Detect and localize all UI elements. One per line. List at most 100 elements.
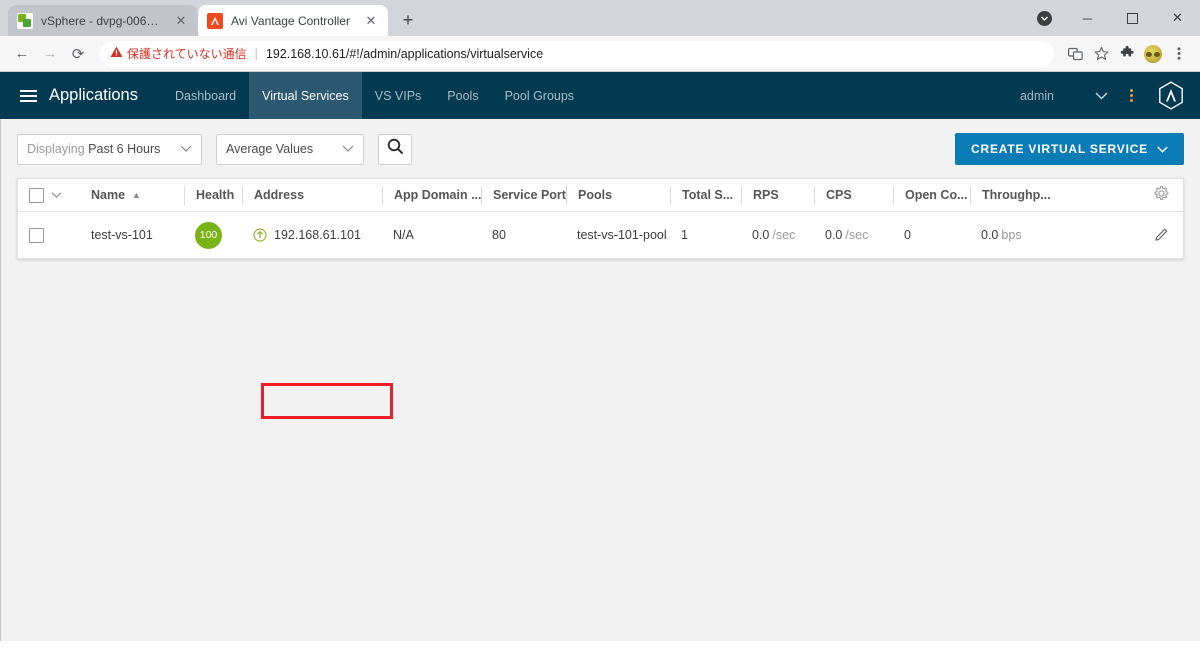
virtual-services-table: Name ▲ Health Address App Domain ... Ser… xyxy=(17,178,1184,259)
rps-unit: /sec xyxy=(772,228,796,242)
browser-tab-title: vSphere - dvpg-0062-avi-02 - 仮 xyxy=(41,14,165,28)
close-window-button[interactable]: ✕ xyxy=(1155,0,1200,36)
share-screen-icon[interactable] xyxy=(1062,41,1088,67)
omnibox-separator: | xyxy=(254,46,258,61)
table-row[interactable]: test-vs-101 100 192.168.61.101 N/A 80 te… xyxy=(18,212,1183,258)
app-header-right: admin xyxy=(1020,72,1200,119)
nav-item-pools[interactable]: Pools xyxy=(434,72,491,119)
column-header-open-connections[interactable]: Open Co... xyxy=(893,185,970,205)
column-header-cps[interactable]: CPS xyxy=(814,185,893,205)
time-range-prefix: Displaying xyxy=(27,142,85,156)
column-header-total-servers[interactable]: Total S... xyxy=(670,185,741,205)
annotation-highlight-box xyxy=(261,383,393,419)
cell-address[interactable]: 192.168.61.101 xyxy=(242,228,382,242)
column-header-address[interactable]: Address xyxy=(242,185,382,205)
url-text: 192.168.10.61/#!/admin/applications/virt… xyxy=(265,46,544,61)
warning-triangle-icon xyxy=(110,46,123,61)
chevron-down-icon xyxy=(1157,142,1168,156)
column-header-app-domain[interactable]: App Domain ... xyxy=(382,185,481,205)
throughput-unit: bps xyxy=(1001,228,1022,242)
up-arrow-circle-icon xyxy=(253,228,267,242)
browser-tab-vsphere[interactable]: vSphere - dvpg-0062-avi-02 - 仮 ✕ xyxy=(8,5,198,36)
search-button[interactable] xyxy=(378,133,412,165)
time-range-select[interactable]: Displaying Past 6 Hours xyxy=(17,133,202,165)
vsphere-icon xyxy=(17,12,33,29)
user-name: admin xyxy=(1019,88,1054,103)
close-icon[interactable]: ✕ xyxy=(173,13,189,29)
reload-icon[interactable]: ⟳ xyxy=(64,40,92,68)
security-warning-text: 保護されていない通信 xyxy=(127,47,247,61)
address-bar[interactable]: 保護されていない通信 | 192.168.10.61/#!/admin/appl… xyxy=(100,40,1054,67)
create-button-label: CREATE VIRTUAL SERVICE xyxy=(971,142,1148,156)
cell-open-connections: 0 xyxy=(904,228,911,242)
virtual-services-table-wrapper: Name ▲ Health Address App Domain ... Ser… xyxy=(17,178,1184,419)
column-header-health[interactable]: Health xyxy=(184,185,242,205)
maximize-button[interactable] xyxy=(1110,0,1155,36)
column-header-pools[interactable]: Pools xyxy=(566,185,670,205)
cps-unit: /sec xyxy=(845,228,869,242)
minimize-button[interactable]: ─ xyxy=(1065,0,1110,36)
nav-item-virtual-services[interactable]: Virtual Services xyxy=(249,72,362,119)
time-range-value: Past 6 Hours xyxy=(88,142,161,156)
avi-hexagon-logo[interactable] xyxy=(1158,81,1184,110)
row-checkbox[interactable] xyxy=(29,227,44,243)
column-header-rps[interactable]: RPS xyxy=(741,185,814,205)
table-header-row: Name ▲ Health Address App Domain ... Ser… xyxy=(18,179,1183,212)
main-nav: Dashboard Virtual Services VS VIPs Pools… xyxy=(162,72,587,119)
table-settings-button[interactable] xyxy=(1090,185,1183,205)
search-icon xyxy=(387,138,404,160)
forward-icon[interactable]: → xyxy=(36,40,64,68)
browser-menu-icon[interactable] xyxy=(1166,41,1192,67)
nav-item-dashboard[interactable]: Dashboard xyxy=(162,72,249,119)
chevron-down-icon[interactable] xyxy=(1088,83,1114,109)
back-icon[interactable]: ← xyxy=(8,40,36,68)
address-text: 192.168.61.101 xyxy=(274,228,361,242)
gear-icon xyxy=(1154,185,1169,205)
cell-total-servers: 1 xyxy=(681,228,688,242)
new-tab-button[interactable]: + xyxy=(394,6,422,34)
window-controls: ─ ✕ xyxy=(1065,0,1200,36)
status-badge: 100 xyxy=(195,221,222,249)
chevron-down-icon[interactable] xyxy=(1037,11,1052,26)
filter-toolbar: Displaying Past 6 Hours Average Values C… xyxy=(17,133,1184,165)
create-virtual-service-button[interactable]: CREATE VIRTUAL SERVICE xyxy=(955,133,1184,165)
metric-type-value: Average Values xyxy=(226,142,314,156)
cell-pools[interactable]: test-vs-101-pool xyxy=(566,228,670,242)
nav-item-vs-vips[interactable]: VS VIPs xyxy=(362,72,435,119)
select-all-header xyxy=(18,186,80,205)
page-body: Displaying Past 6 Hours Average Values C… xyxy=(0,119,1200,641)
browser-tab-avi[interactable]: Avi Vantage Controller ✕ xyxy=(198,5,388,36)
not-secure-indicator[interactable]: 保護されていない通信 xyxy=(110,45,247,62)
browser-toolbar: ← → ⟳ 保護されていない通信 | 192.168.10.61/#!/admi… xyxy=(0,36,1200,72)
column-header-service-ports[interactable]: Service Ports xyxy=(481,185,566,205)
avi-icon xyxy=(207,12,223,29)
app-header-left: Applications xyxy=(0,72,162,119)
cell-service-ports: 80 xyxy=(492,228,506,242)
kebab-menu-icon[interactable] xyxy=(1118,83,1144,109)
cell-name[interactable]: test-vs-101 xyxy=(80,228,184,242)
cell-rps: 0.0 /sec xyxy=(752,228,796,242)
column-header-throughput[interactable]: Throughp... xyxy=(970,185,1090,205)
row-select-cell xyxy=(18,227,80,243)
column-header-name[interactable]: Name ▲ xyxy=(80,186,184,205)
page-title: Applications xyxy=(49,86,138,104)
app-header: Applications Dashboard Virtual Services … xyxy=(0,72,1200,119)
close-icon[interactable]: ✕ xyxy=(363,13,379,29)
pencil-icon xyxy=(1155,227,1169,244)
hamburger-icon[interactable] xyxy=(20,89,37,102)
browser-tabstrip: vSphere - dvpg-0062-avi-02 - 仮 ✕ Avi Van… xyxy=(0,0,1200,36)
select-all-checkbox[interactable] xyxy=(29,187,44,203)
metric-type-select[interactable]: Average Values xyxy=(216,133,364,165)
profile-avatar[interactable] xyxy=(1140,41,1166,67)
star-icon[interactable] xyxy=(1088,41,1114,67)
nav-item-pool-groups[interactable]: Pool Groups xyxy=(492,72,587,119)
chevron-down-icon[interactable] xyxy=(51,190,62,201)
chevron-down-icon xyxy=(342,143,354,155)
cell-app-domain: N/A xyxy=(393,228,414,242)
row-edit-button[interactable] xyxy=(1090,227,1183,244)
cell-throughput: 0.0 bps xyxy=(981,228,1022,242)
sort-ascending-icon: ▲ xyxy=(132,190,141,200)
cell-cps: 0.0 /sec xyxy=(825,228,869,242)
chevron-down-icon xyxy=(180,143,192,155)
puzzle-icon[interactable] xyxy=(1114,41,1140,67)
